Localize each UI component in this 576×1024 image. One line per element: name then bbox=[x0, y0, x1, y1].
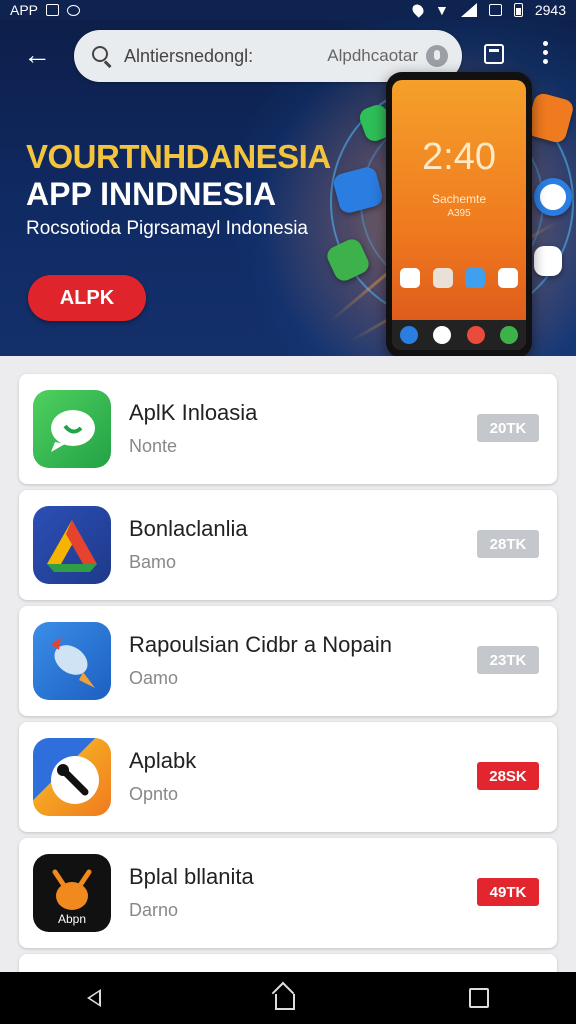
triangle-drive-icon bbox=[33, 506, 111, 584]
phone-mockup: 2:40 Sachemte A395 bbox=[386, 72, 532, 356]
search-input[interactable]: Alntiersnedongl: bbox=[124, 46, 253, 67]
signal-icon bbox=[460, 3, 477, 17]
phone-clock-label: Sachemte bbox=[431, 192, 487, 206]
app-category: Nonte bbox=[129, 436, 178, 456]
status-time: 2943 bbox=[534, 2, 566, 18]
phone-clock: 2:40 bbox=[422, 136, 496, 178]
status-bar: APP ▼ 2943 bbox=[0, 0, 576, 20]
app-category: Bamo bbox=[129, 552, 177, 572]
phone-clock-sublabel: A395 bbox=[447, 208, 471, 219]
tabs-icon[interactable] bbox=[484, 44, 504, 64]
hero-subtitle: Rocsotioda Pigrsamayl Indonesia bbox=[26, 218, 308, 239]
sync-icon bbox=[67, 4, 81, 16]
app-name: Aplabk bbox=[129, 748, 197, 773]
app-list-item[interactable]: AplK Inloasia Nonte 20TK bbox=[19, 374, 557, 484]
size-badge[interactable]: 28SK bbox=[477, 762, 539, 790]
app-name: AplK Inloasia bbox=[129, 400, 258, 425]
tools-icon bbox=[33, 738, 111, 816]
phone-dock bbox=[392, 320, 526, 350]
app-category: Darno bbox=[129, 900, 179, 920]
more-vert-icon[interactable] bbox=[540, 41, 550, 67]
size-badge[interactable]: 23TK bbox=[477, 646, 539, 674]
play-store-icon bbox=[534, 246, 562, 276]
size-badge[interactable]: 20TK bbox=[477, 414, 539, 442]
app-list-item[interactable]: Abpn Bplal bllanita Darno 49TK bbox=[19, 838, 557, 948]
mic-icon[interactable] bbox=[426, 45, 448, 67]
hero-title-secondary: APP INNDNESIA bbox=[26, 176, 277, 212]
system-nav-bar bbox=[0, 972, 576, 1024]
phone-app-row bbox=[400, 268, 518, 288]
app-category: Oamo bbox=[129, 668, 179, 688]
app-icon-text: Abpn bbox=[57, 912, 87, 926]
back-arrow-icon[interactable]: ← bbox=[22, 40, 52, 70]
nav-home-icon[interactable] bbox=[275, 994, 295, 1010]
rocket-icon bbox=[33, 622, 111, 700]
settings-icon bbox=[488, 4, 502, 16]
hero-banner: ← Alntiersnedongl: Alpdhcaotar VOURTNHDA… bbox=[0, 20, 576, 356]
size-badge[interactable]: 49TK bbox=[477, 878, 539, 906]
size-badge[interactable]: 28TK bbox=[477, 530, 539, 558]
app-list-item[interactable]: Rapoulsian Cidbr a Nopain Oamo 23TK bbox=[19, 606, 557, 716]
chrome-icon bbox=[534, 178, 572, 216]
app-name: Bonlaclanlia bbox=[129, 516, 248, 541]
phone-screen: 2:40 Sachemte A395 bbox=[392, 80, 526, 350]
chat-bubble-icon bbox=[33, 390, 111, 468]
app-list-item[interactable]: Aplabk Opnto 28SK bbox=[19, 722, 557, 832]
search-icon bbox=[92, 46, 112, 68]
battery-icon bbox=[513, 3, 523, 17]
status-label: APP bbox=[10, 2, 39, 18]
nav-back-icon[interactable] bbox=[87, 989, 101, 1007]
hero-title: VOURTNHDANESIA bbox=[26, 138, 331, 175]
search-hint: Alpdhcaotar bbox=[327, 46, 418, 65]
deer-icon: Abpn bbox=[33, 854, 111, 932]
notification-icon bbox=[46, 4, 60, 16]
hero-cta-button[interactable]: ALPK bbox=[28, 275, 146, 321]
app-name: Bplal bllanita bbox=[129, 864, 254, 889]
app-category: Opnto bbox=[129, 784, 179, 804]
location-icon bbox=[410, 2, 426, 18]
wifi-icon: ▼ bbox=[434, 2, 449, 18]
app-name: Rapoulsian Cidbr a Nopain bbox=[129, 632, 392, 657]
app-list-item[interactable]: Bonlaclanlia Bamo 28TK bbox=[19, 490, 557, 600]
nav-recents-icon[interactable] bbox=[469, 988, 489, 1008]
